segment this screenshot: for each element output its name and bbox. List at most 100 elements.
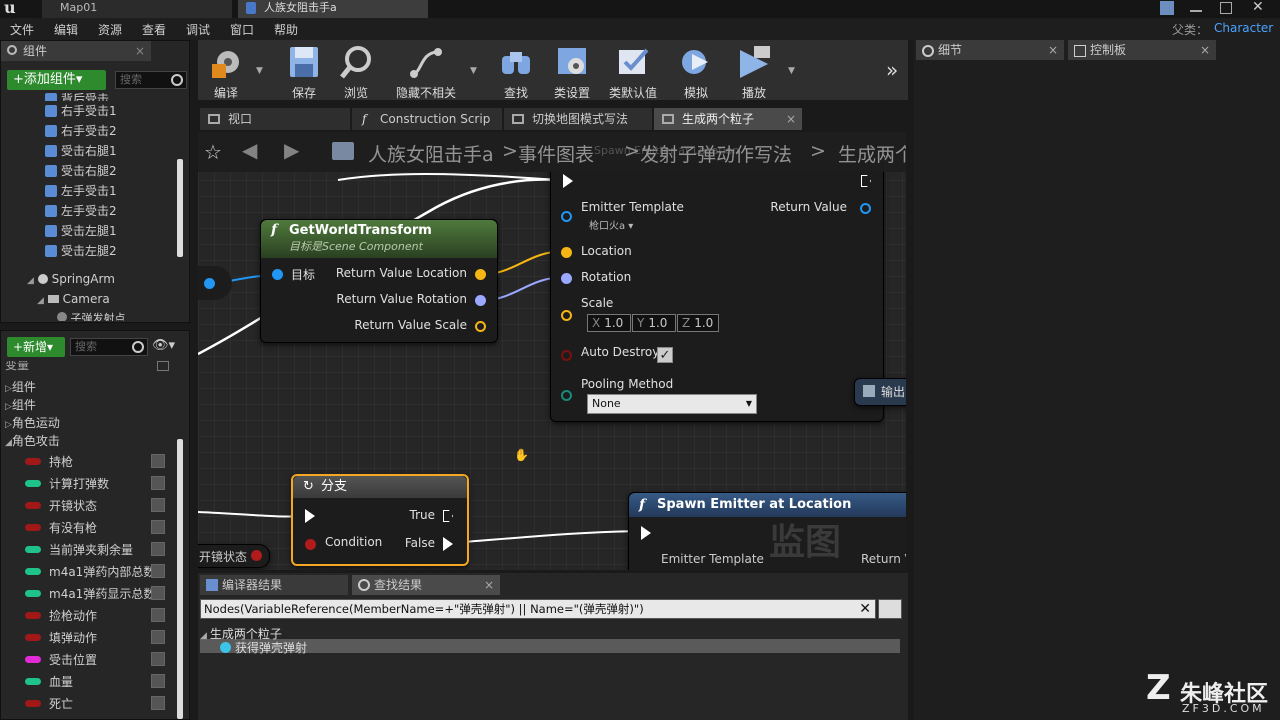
menu-help[interactable]: 帮助 (274, 21, 298, 38)
scale-z-field[interactable]: Z 1.0 (677, 314, 719, 332)
toolbar-overflow-icon[interactable]: » (886, 58, 898, 82)
scale-x-field[interactable]: X 1.0 (587, 314, 631, 332)
close-icon[interactable]: × (786, 108, 796, 130)
forward-arrow-icon[interactable]: ▶ (284, 138, 299, 162)
tree-item[interactable]: 左手受击1 (45, 181, 175, 201)
visibility-eye-icon[interactable] (151, 520, 165, 534)
tab-switch-map-mode[interactable]: 切换地图模式写法 (504, 108, 652, 130)
variable-item[interactable]: 死亡 (25, 693, 175, 715)
variable-item[interactable]: 受击位置 (25, 649, 175, 671)
components-tab[interactable]: 组件 × (1, 41, 151, 61)
tree-item[interactable]: 左手受击2 (45, 201, 175, 221)
visibility-eye-icon[interactable] (151, 608, 165, 622)
menu-file[interactable]: 文件 (10, 21, 34, 38)
variables-scrollbar[interactable] (177, 439, 183, 719)
close-icon[interactable]: ✕ (1252, 0, 1264, 15)
exec-output-pin[interactable] (861, 175, 871, 187)
favorite-star-icon[interactable]: ☆ (204, 140, 222, 164)
variable-item[interactable]: 捡枪动作 (25, 605, 175, 627)
visibility-eye-icon[interactable] (151, 586, 165, 600)
emitter-template-pin[interactable] (561, 211, 572, 222)
false-exec-pin[interactable] (443, 537, 453, 551)
scale-input-pin[interactable] (561, 310, 572, 321)
tree-item[interactable]: 右手受击1 (45, 101, 175, 121)
visibility-eye-icon[interactable] (151, 630, 165, 644)
view-options-eye-icon[interactable]: 👁▾ (152, 338, 182, 356)
location-output-pin[interactable] (475, 269, 486, 280)
visibility-eye-icon[interactable] (151, 542, 165, 556)
visibility-eye-icon[interactable] (151, 498, 165, 512)
output-node[interactable]: 输出 (854, 378, 906, 406)
node-header[interactable]: ↻ 分支 (293, 476, 467, 498)
target-reroute-node[interactable] (198, 266, 232, 300)
close-icon[interactable]: × (1048, 40, 1058, 60)
spawn-emitter-node-bottom[interactable]: f Spawn Emitter at Location 监图 Emitter T… (628, 492, 906, 570)
binoculars-icon[interactable] (878, 599, 902, 619)
variable-get-node[interactable]: 开镜状态 (198, 544, 270, 568)
variable-item[interactable]: 血量 (25, 671, 175, 693)
add-variable-icon[interactable] (157, 361, 169, 371)
get-world-transform-node[interactable]: f GetWorldTransform 目标是Scene Component 目… (260, 219, 498, 343)
browse-button[interactable]: 浏览 (328, 40, 384, 100)
maximize-icon[interactable] (1220, 2, 1232, 14)
category-components[interactable]: ▷组件 (5, 377, 36, 397)
category-variables[interactable]: 变量 (5, 361, 170, 371)
pooling-method-select[interactable]: None ▼ (587, 394, 757, 414)
visibility-eye-icon[interactable] (151, 652, 165, 666)
variable-item[interactable]: 有没有枪 (25, 517, 175, 539)
tree-item-camera[interactable]: ◢ Camera (37, 289, 110, 309)
back-arrow-icon[interactable]: ◀ (242, 138, 257, 162)
result-root[interactable]: ◢ 生成两个粒子 (200, 625, 900, 641)
auto-destroy-checkbox[interactable]: ✓ (657, 347, 673, 363)
mybp-search-input[interactable]: 搜索 (70, 338, 148, 356)
rotation-input-pin[interactable] (561, 273, 572, 284)
branch-node[interactable]: ↻ 分支 True Condition False (291, 474, 469, 566)
tree-item-springarm[interactable]: ◢ SpringArm (27, 269, 115, 289)
breadcrumb-item[interactable]: 生成两个 (838, 140, 906, 167)
minimize-icon[interactable] (1190, 10, 1202, 12)
bool-output-pin[interactable] (251, 550, 262, 561)
return-value-pin[interactable] (860, 203, 871, 214)
components-search-input[interactable]: 搜索 (115, 71, 187, 89)
close-icon[interactable]: × (484, 575, 494, 595)
breadcrumb-item[interactable]: 人族女阻击手a (368, 140, 494, 167)
clear-icon[interactable]: ✕ (859, 600, 871, 618)
object-pin-icon[interactable] (204, 278, 215, 289)
breadcrumb-item[interactable]: 发射子弹动作写法 (640, 140, 792, 167)
emitter-template-dropdown[interactable]: 枪口火a ▾ (589, 217, 633, 232)
class-defaults-button[interactable]: 类默认值 (602, 40, 664, 100)
tab-construction-script[interactable]: f Construction Scrip (352, 108, 502, 130)
variable-item[interactable]: m4a1弹药内部总数 (25, 561, 175, 583)
node-header[interactable]: f GetWorldTransform 目标是Scene Component (261, 220, 497, 258)
tree-item[interactable]: 受击右腿1 (45, 141, 175, 161)
visibility-eye-icon[interactable] (151, 476, 165, 490)
parent-class-link[interactable]: Character (1214, 21, 1273, 35)
menu-view[interactable]: 查看 (142, 21, 166, 38)
visibility-eye-icon[interactable] (151, 696, 165, 710)
menu-edit[interactable]: 编辑 (54, 21, 78, 38)
tab-find-results[interactable]: 查找结果 × (352, 575, 500, 595)
tab-viewport[interactable]: 视口 (200, 108, 350, 130)
tree-item[interactable]: 受击右腿2 (45, 161, 175, 181)
breadcrumb-item[interactable]: 事件图表 (518, 140, 594, 167)
find-query-input[interactable]: Nodes(VariableReference(MemberName=+"弹壳弹… (200, 599, 876, 619)
variable-item[interactable]: 填弹动作 (25, 627, 175, 649)
node-header[interactable]: f Spawn Emitter at Location (629, 493, 906, 517)
visibility-eye-icon[interactable] (151, 454, 165, 468)
save-button[interactable]: 保存 (276, 40, 332, 100)
play-dropdown-icon[interactable]: ▼ (788, 66, 795, 76)
variable-item[interactable]: 计算打弹数 (25, 473, 175, 495)
close-icon[interactable]: × (135, 41, 145, 61)
visibility-eye-icon[interactable] (151, 564, 165, 578)
variable-item[interactable]: m4a1弹药显示总数 (25, 583, 175, 605)
true-exec-pin[interactable] (443, 510, 453, 522)
result-item[interactable]: 获得弹壳弹射 (200, 639, 900, 655)
components-scrollbar[interactable] (177, 159, 183, 257)
auto-destroy-pin[interactable] (561, 350, 572, 361)
variable-item[interactable]: 开镜状态 (25, 495, 175, 517)
tree-item[interactable]: 右手受击2 (45, 121, 175, 141)
category-movement[interactable]: ▷角色运动 (5, 413, 60, 433)
source-control-icon[interactable] (1160, 1, 1174, 15)
menu-window[interactable]: 窗口 (230, 21, 254, 38)
play-button[interactable]: 播放 (726, 40, 782, 100)
